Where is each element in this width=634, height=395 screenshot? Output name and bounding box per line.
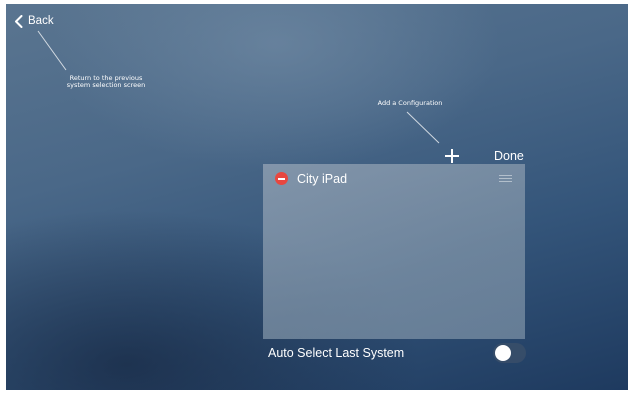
minus-circle-icon[interactable]	[275, 172, 288, 185]
add-annotation-pointer	[406, 111, 440, 144]
add-configuration-annotation: Add a Configuration	[377, 99, 443, 107]
auto-select-toggle[interactable]	[493, 343, 526, 363]
add-configuration-button[interactable]	[445, 149, 459, 163]
configuration-list: City iPad	[263, 164, 525, 339]
done-button[interactable]: Done	[494, 149, 524, 164]
back-annotation-pointer	[37, 30, 67, 71]
toggle-knob	[495, 345, 511, 361]
back-annotation-line2: system selection screen	[66, 81, 146, 89]
auto-select-label: Auto Select Last System	[268, 346, 405, 360]
system-configuration-screen: Back Return to the previous system selec…	[6, 4, 628, 390]
back-annotation: Return to the previous system selection …	[51, 75, 161, 89]
configuration-row[interactable]: City iPad	[263, 164, 525, 194]
drag-handle-icon[interactable]	[499, 175, 512, 183]
configuration-name: City iPad	[297, 172, 348, 186]
